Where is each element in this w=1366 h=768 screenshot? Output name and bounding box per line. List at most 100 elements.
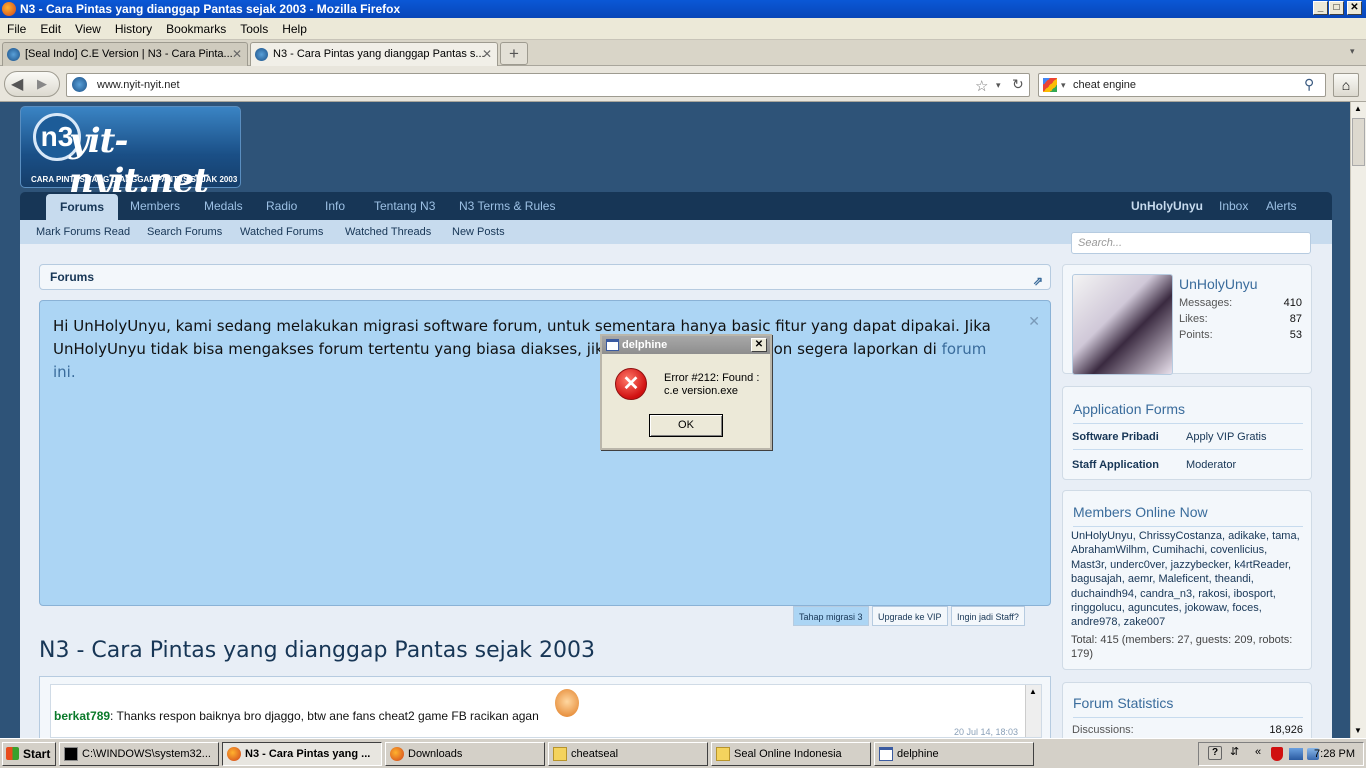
url-input[interactable]: www.nyit-nyit.net [66,73,1030,97]
tab-members[interactable]: Members [130,192,180,220]
scroll-up-icon[interactable]: ▲ [1354,104,1362,113]
subnav-search-forums[interactable]: Search Forums [147,220,222,244]
search-engine-icon[interactable] [1043,78,1057,92]
menu-bookmarks[interactable]: Bookmarks [159,18,233,40]
firefox-icon [2,2,16,16]
home-icon: ⌂ [1341,77,1351,93]
app-form-link[interactable]: Apply VIP Gratis [1186,431,1267,443]
site-identity-icon[interactable] [72,77,87,92]
members-online-heading: Members Online Now [1073,504,1208,520]
scroll-down-icon[interactable]: ▼ [1354,726,1362,735]
tab-terms-rules[interactable]: N3 Terms & Rules [459,192,555,220]
new-tab-button[interactable]: + [500,42,528,65]
taskbar-item-delphine[interactable]: delphine [874,742,1034,766]
taskbar-item-cheatseal[interactable]: cheatseal [548,742,708,766]
sidebar-search-input[interactable]: Search... [1071,232,1311,254]
maximize-button[interactable]: □ [1329,1,1344,15]
user-link-inbox[interactable]: Inbox [1219,192,1248,220]
user-name[interactable]: UnHolyUnyu [1179,276,1258,292]
jump-link-icon[interactable]: ⇗ [1033,269,1043,293]
bookmark-star-icon[interactable]: ☆ [975,77,988,95]
antivirus-shield-icon[interactable] [1271,747,1283,761]
page-title: N3 - Cara Pintas yang dianggap Pantas se… [39,638,595,663]
display-icon[interactable] [1289,748,1303,760]
url-history-chevron-icon[interactable]: ▾ [996,80,1001,91]
page-scrollbar[interactable]: ▲ ▼ [1350,102,1366,738]
taskbar: Start C:\WINDOWS\system32... N3 - Cara P… [0,738,1366,768]
tab-list-chevron-icon[interactable]: ▾ [1350,46,1355,57]
menu-file[interactable]: File [0,18,33,40]
notice-tab-staff[interactable]: Ingin jadi Staff? [951,606,1025,626]
window-title: N3 - Cara Pintas yang dianggap Pantas se… [20,2,401,16]
folder-icon [716,747,730,761]
notice-text: Hi UnHolyUnyu, kami sedang melakukan mig… [53,315,1013,384]
menu-tools[interactable]: Tools [233,18,275,40]
window-app-icon [606,339,619,351]
reload-icon[interactable]: ↻ [1012,76,1024,93]
forward-arrow-icon[interactable]: ▶ [37,76,47,92]
subnav-mark-forums-read[interactable]: Mark Forums Read [36,220,130,244]
dialog-close-button[interactable]: ✕ [751,338,767,352]
taskbar-item-firefox[interactable]: N3 - Cara Pintas yang ... [222,742,382,766]
dialog-titlebar[interactable]: delphine ✕ [602,336,770,354]
tab-forums[interactable]: Forums [46,194,119,220]
taskbar-item-label: Seal Online Indonesia [734,748,842,760]
taskbar-item-cmd[interactable]: C:\WINDOWS\system32... [59,742,219,766]
stat-likes-value: 87 [1289,313,1302,325]
search-magnifier-icon[interactable]: ⚲ [1304,76,1314,93]
tab-n3[interactable]: N3 - Cara Pintas yang dianggap Pantas s.… [250,42,498,66]
user-link-alerts[interactable]: Alerts [1266,192,1297,220]
subnav-new-posts[interactable]: New Posts [452,220,505,244]
tab-info[interactable]: Info [325,192,345,220]
scroll-up-icon[interactable]: ▲ [1029,687,1037,696]
breadcrumb-forums[interactable]: Forums [50,265,94,289]
system-tray: « 7:28 PM [1198,742,1364,766]
ok-button[interactable]: OK [649,414,723,437]
subnav-watched-threads[interactable]: Watched Threads [345,220,431,244]
notice-tab-migrasi[interactable]: Tahap migrasi 3 [793,606,869,626]
back-arrow-icon[interactable]: ◀ [11,74,23,94]
taskbar-item-downloads[interactable]: Downloads [385,742,545,766]
tab-seal-indo[interactable]: [Seal Indo] C.E Version | N3 - Cara Pint… [2,42,248,66]
site-logo[interactable]: n3 yit-nyit.net CARA PINTAS YANG DIANGGA… [20,106,241,201]
taskbar-item-label: cheatseal [571,748,619,760]
menu-help[interactable]: Help [275,18,314,40]
menu-view[interactable]: View [68,18,108,40]
firefox-icon [390,747,404,761]
menu-edit[interactable]: Edit [33,18,68,40]
clock[interactable]: 7:28 PM [1314,743,1355,765]
menu-history[interactable]: History [108,18,159,40]
notice-tab-vip[interactable]: Upgrade ke VIP [872,606,948,626]
close-window-button[interactable]: ✕ [1347,1,1362,15]
close-tab-icon[interactable]: ✕ [232,43,242,66]
app-form-link[interactable]: Moderator [1186,459,1236,471]
minimize-button[interactable]: _ [1313,1,1328,15]
tab-medals[interactable]: Medals [204,192,243,220]
forum-stats-heading: Forum Statistics [1073,695,1174,711]
taskbar-item-label: Downloads [408,748,463,760]
shout-scrollbar[interactable]: ▲ [1025,685,1041,737]
user-avatar[interactable] [1072,274,1173,375]
user-link-account[interactable]: UnHolyUnyu [1131,192,1203,220]
tab-radio[interactable]: Radio [266,192,297,220]
tab-label: [Seal Indo] C.E Version | N3 - Cara Pint… [25,48,233,60]
search-input[interactable]: cheat engine [1038,73,1326,97]
shout-user[interactable]: berkat789 [54,709,110,723]
stat-messages-value: 410 [1283,297,1302,309]
scroll-thumb[interactable] [1352,118,1365,166]
home-button[interactable]: ⌂ [1333,73,1359,97]
application-forms-box: Application Forms Software Pribadi Apply… [1062,386,1312,480]
folder-icon [553,747,567,761]
taskbar-item-seal-online[interactable]: Seal Online Indonesia [711,742,871,766]
site-favicon-icon [7,48,20,61]
subnav-watched-forums[interactable]: Watched Forums [240,220,323,244]
forum-nav-tabs: Forums Members Medals Radio Info Tentang… [20,192,1332,220]
close-tab-icon[interactable]: ✕ [482,43,492,66]
dismiss-notice-icon[interactable]: ✕ [1028,313,1040,330]
tray-expand-icon[interactable]: « [1255,746,1261,758]
online-member-list[interactable]: UnHolyUnyu, ChrissyCostanza, adikake, ta… [1071,529,1303,630]
cmd-icon [64,747,78,761]
tab-tentang-n3[interactable]: Tentang N3 [374,192,435,220]
dialog-title: delphine [622,339,668,351]
search-engine-chevron-icon[interactable]: ▾ [1061,80,1066,91]
